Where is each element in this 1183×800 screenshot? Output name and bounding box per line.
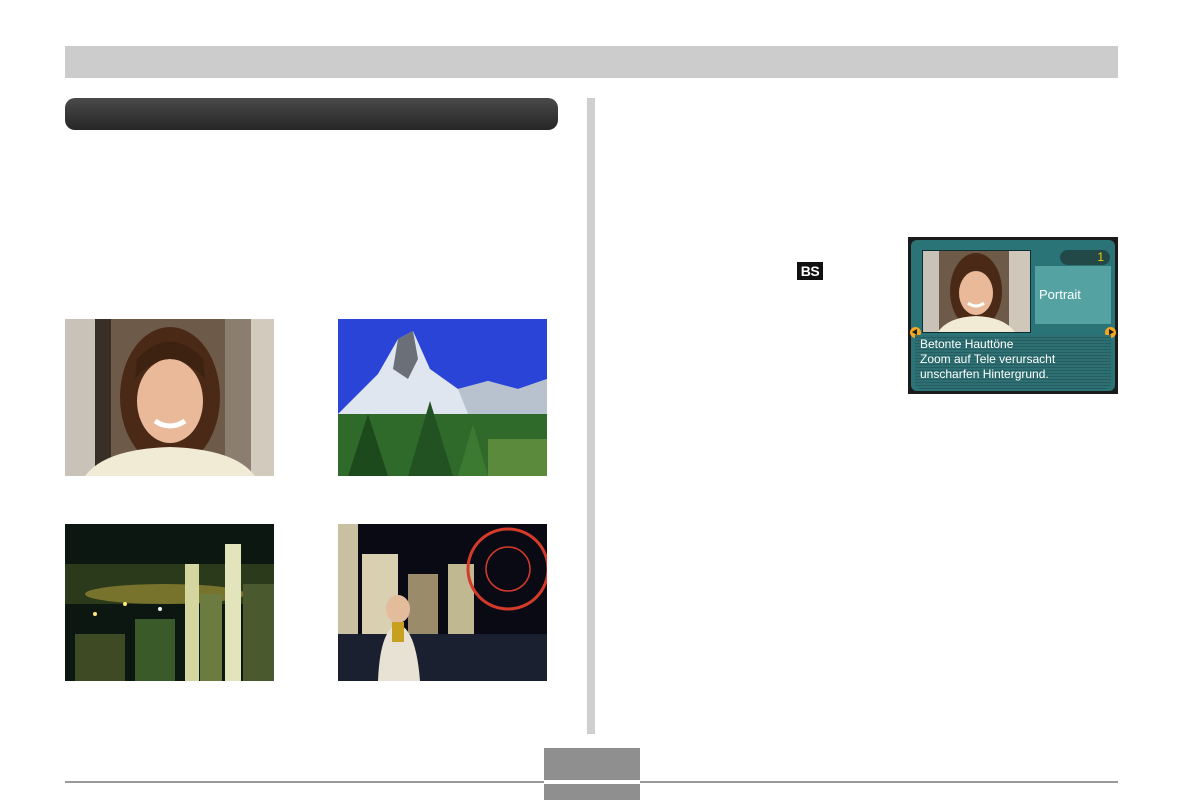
lcd-description-line: Zoom auf Tele verursacht [920, 352, 1056, 366]
lcd-mode-label: Portrait [1039, 287, 1081, 302]
column-divider [587, 98, 595, 734]
portrait-photo [65, 319, 274, 476]
lcd-description-line: Betonte Hauttöne [920, 337, 1014, 351]
lcd-counter: 1 [1060, 250, 1110, 265]
page-number-tab [544, 748, 640, 800]
lcd-screen: 1 Portrait Betonte Hauttöne Zoom auf Tel… [908, 237, 1118, 394]
lcd-thumbnail [922, 250, 1031, 333]
lcd-description-line: unscharfen Hintergrund. [920, 367, 1049, 381]
page-header-band [65, 46, 1118, 78]
lcd-panel: 1 Portrait Betonte Hauttöne Zoom auf Tel… [910, 240, 1116, 391]
landscape-photo [338, 319, 547, 476]
page-tab-gap [544, 780, 640, 784]
night-scene-photo [65, 524, 274, 681]
section-header-bar [65, 98, 558, 130]
night-portrait-photo [338, 524, 547, 681]
bestshot-icon: BS [797, 262, 823, 280]
